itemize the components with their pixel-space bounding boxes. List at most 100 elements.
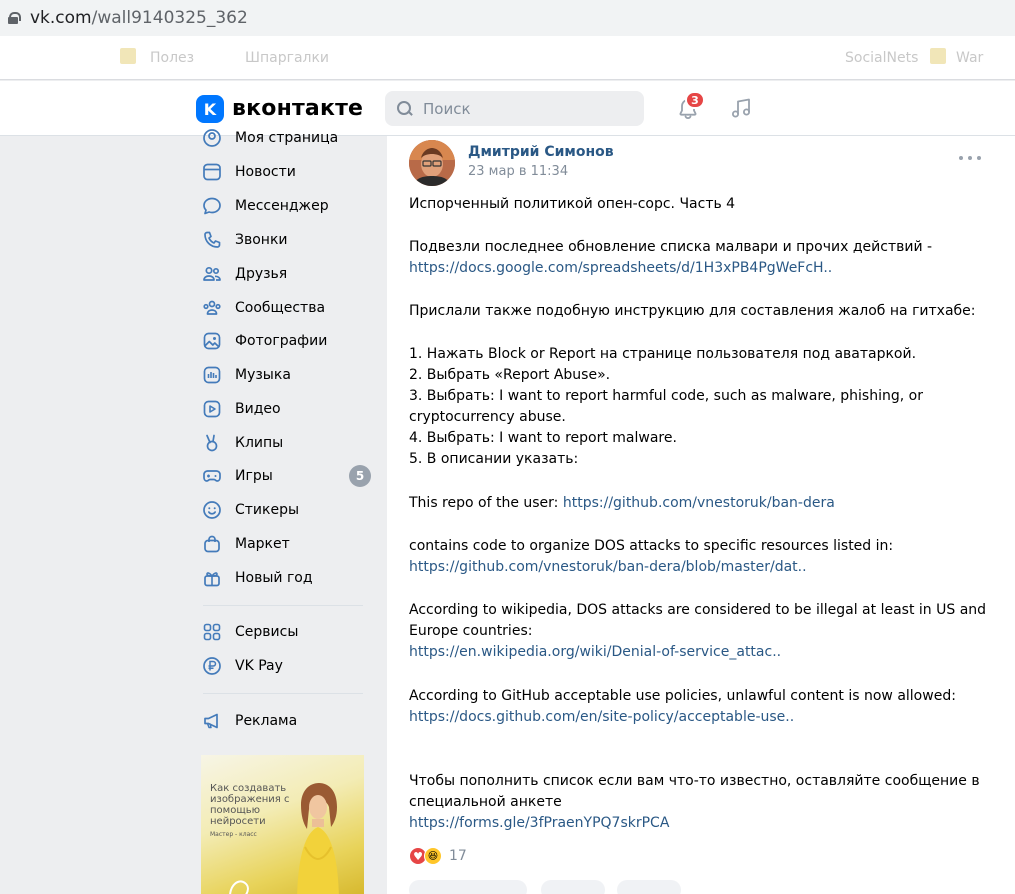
menu-item-ads[interactable]: Реклама — [195, 704, 375, 738]
menu-label: Моя страница — [235, 130, 339, 146]
message-bubble-icon — [203, 197, 221, 215]
menu-label: Мессенджер — [235, 198, 329, 214]
menu-label: Видео — [235, 401, 281, 417]
bookmark-item[interactable]: Полез — [150, 50, 194, 66]
post-step: 3. Выбрать: I want to report harmful cod… — [409, 388, 923, 425]
vk-logo-letter: K — [203, 99, 217, 119]
bag-icon — [204, 535, 220, 553]
menu-item-communities[interactable]: Сообщества — [195, 291, 375, 325]
music-wave-icon — [203, 366, 221, 384]
vk-header: K вконтакте — [0, 81, 1015, 136]
menu-label: Новый год — [235, 570, 313, 586]
post-author-name[interactable]: Дмитрий Симонов — [468, 144, 614, 160]
bookmark-folder-icon — [120, 48, 136, 64]
menu-item-music[interactable]: Музыка — [195, 358, 375, 392]
vk-logo-icon[interactable]: K — [196, 95, 224, 123]
bookmark-item[interactable]: War — [956, 50, 983, 66]
menu-item-calls[interactable]: Звонки — [195, 223, 375, 257]
search-icon — [397, 100, 413, 117]
clips-icon — [206, 434, 218, 452]
ad-title: Как создавать изображения с помощью нейр… — [210, 783, 290, 827]
menu-item-messenger[interactable]: Мессенджер — [195, 189, 375, 223]
video-icon — [203, 400, 221, 418]
vk-brand-name[interactable]: вконтакте — [232, 96, 363, 121]
search-box[interactable] — [385, 91, 644, 126]
photo-icon — [203, 332, 221, 350]
menu-label: Клипы — [235, 435, 284, 451]
post-link[interactable]: https://docs.google.com/spreadsheets/d/1… — [409, 260, 832, 276]
post-paragraph: Испорченный политикой опен-сорс. Часть 4 — [409, 196, 736, 212]
menu-label: Реклама — [235, 713, 298, 729]
gift-icon — [204, 572, 220, 587]
post-reactions[interactable]: ♥ 😆 17 — [409, 847, 467, 865]
browser-address-bar[interactable]: vk.com/wall9140325_362 — [0, 0, 1015, 36]
phone-icon — [204, 231, 221, 248]
post-text-line: Подвезли последнее обновление списка мал… — [409, 239, 933, 255]
post-paragraph: Прислали также подобную инструкцию для с… — [409, 303, 976, 319]
post-link[interactable]: https://github.com/vnestoruk/ban-dera/bl… — [409, 559, 807, 575]
url-path: /wall9140325_362 — [91, 8, 248, 28]
post-link[interactable]: https://github.com/vnestoruk/ban-dera — [563, 495, 835, 511]
ruble-icon — [203, 657, 221, 675]
post-step: 4. Выбрать: I want to report malware. — [409, 430, 677, 446]
post-link[interactable]: https://docs.github.com/en/site-policy/a… — [409, 709, 794, 725]
post-text-line: This repo of the user: — [409, 495, 563, 511]
megaphone-icon — [204, 713, 218, 729]
menu-item-vk-pay[interactable]: VK Pay — [195, 649, 375, 683]
communities-icon — [203, 300, 221, 315]
bookmark-item[interactable]: Шпаргалки — [245, 50, 329, 66]
notifications-badge: 3 — [685, 91, 705, 109]
grid-icon — [203, 623, 221, 641]
menu-label: Маркет — [235, 536, 290, 552]
post-link[interactable]: https://en.wikipedia.org/wiki/Denial-of-… — [409, 644, 781, 660]
music-note-icon[interactable] — [729, 96, 753, 120]
author-avatar[interactable] — [409, 140, 455, 186]
menu-item-services[interactable]: Сервисы — [195, 615, 375, 649]
bookmark-item[interactable]: SocialNets — [845, 50, 918, 66]
post-step: 5. В описании указать: — [409, 451, 579, 467]
menu-label: VK Pay — [235, 658, 283, 674]
smile-icon — [203, 501, 221, 519]
post-text-line: contains code to organize DOS attacks to… — [409, 538, 894, 554]
post-paragraph: Чтобы пополнить список если вам что-то и… — [409, 771, 994, 834]
url-text[interactable]: vk.com/wall9140325_362 — [30, 8, 248, 28]
news-icon — [203, 163, 221, 181]
menu-item-clips[interactable]: Клипы — [195, 426, 375, 460]
post-link[interactable]: https://forms.gle/3fPraenYPQ7skrPCA — [409, 815, 669, 831]
menu-item-my-page[interactable]: Моя страница — [195, 121, 375, 155]
menu-item-games[interactable]: Игры 5 — [195, 459, 375, 493]
post-paragraph: According to wikipedia, DOS attacks are … — [409, 600, 994, 663]
menu-item-market[interactable]: Маркет — [195, 527, 375, 561]
reactions-count: 17 — [449, 848, 467, 864]
search-input[interactable] — [423, 99, 623, 118]
menu-label: Фотографии — [235, 333, 328, 349]
ad-woman-photo — [297, 783, 339, 894]
comment-action-button[interactable] — [541, 880, 605, 894]
url-host: vk.com — [30, 8, 92, 28]
menu-item-stickers[interactable]: Стикеры — [195, 493, 375, 527]
post-date[interactable]: 23 мар в 11:34 — [468, 164, 568, 179]
post-paragraph: Подвезли последнее обновление списка мал… — [409, 237, 994, 279]
menu-item-video[interactable]: Видео — [195, 392, 375, 426]
menu-label: Друзья — [235, 266, 288, 282]
menu-item-photos[interactable]: Фотографии — [195, 324, 375, 358]
menu-item-friends[interactable]: Друзья — [195, 257, 375, 291]
menu-item-new-year[interactable]: Новый год — [195, 561, 375, 595]
post-text-line: According to GitHub acceptable use polic… — [409, 688, 956, 704]
post-text-line: According to wikipedia, DOS attacks are … — [409, 602, 987, 639]
decorative-line-icon — [229, 880, 249, 894]
ad-banner[interactable]: Как создавать изображения с помощью нейр… — [201, 755, 364, 894]
post-more-options-icon[interactable] — [959, 154, 981, 162]
friends-icon — [203, 266, 221, 281]
user-circle-icon — [203, 129, 221, 147]
menu-label: Музыка — [235, 367, 291, 383]
post-text-line: Чтобы пополнить список если вам что-то и… — [409, 773, 980, 810]
menu-divider — [203, 605, 363, 606]
menu-label: Новости — [235, 164, 296, 180]
share-action-button[interactable] — [617, 880, 681, 894]
like-action-button[interactable] — [409, 880, 527, 894]
menu-label: Стикеры — [235, 502, 300, 518]
post-step: 2. Выбрать «Report Abuse». — [409, 367, 611, 383]
post-paragraph: This repo of the user: https://github.co… — [409, 493, 994, 514]
menu-item-news[interactable]: Новости — [195, 155, 375, 189]
